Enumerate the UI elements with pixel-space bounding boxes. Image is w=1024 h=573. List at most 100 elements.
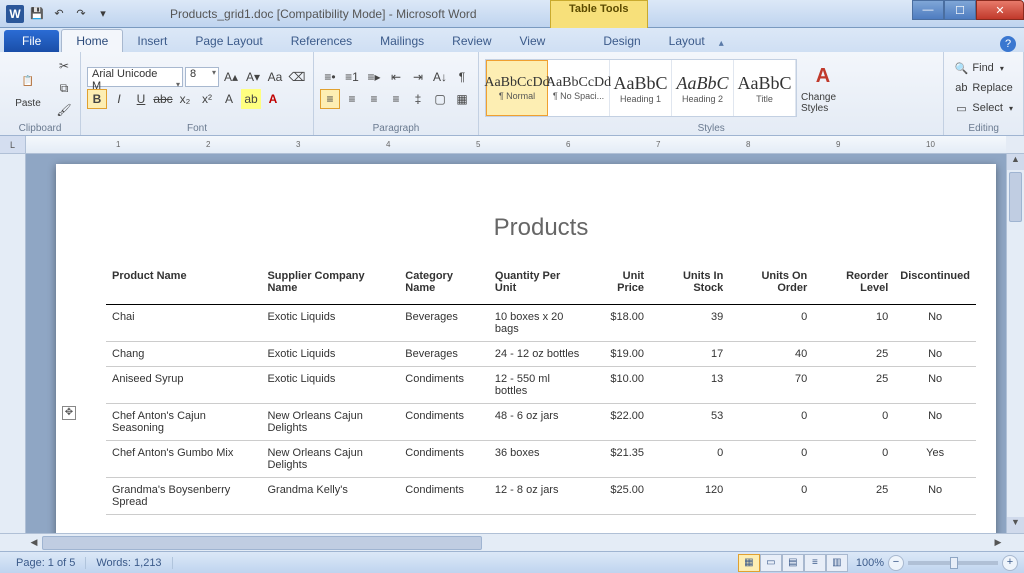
table-cell[interactable]: Exotic Liquids — [261, 342, 399, 367]
tab-design[interactable]: Design — [589, 30, 654, 52]
table-cell[interactable]: Condiments — [399, 404, 489, 441]
table-cell[interactable]: 70 — [729, 367, 813, 404]
tab-mailings[interactable]: Mailings — [366, 30, 438, 52]
change-case-icon[interactable]: Aa — [265, 67, 285, 87]
font-color-button[interactable]: A — [263, 89, 283, 109]
tab-view[interactable]: View — [506, 30, 560, 52]
table-cell[interactable]: Exotic Liquids — [261, 367, 399, 404]
view-print-layout-icon[interactable]: ▦ — [738, 554, 760, 572]
style-no-spacing[interactable]: AaBbCcDd¶ No Spaci... — [548, 60, 610, 116]
styles-gallery[interactable]: AaBbCcDd¶ Normal AaBbCcDd¶ No Spaci... A… — [485, 59, 797, 117]
table-row[interactable]: Chef Anton's Gumbo MixNew Orleans Cajun … — [106, 441, 976, 478]
table-cell[interactable]: Chang — [106, 342, 261, 367]
view-web-layout-icon[interactable]: ▤ — [782, 554, 804, 572]
table-row[interactable]: Aniseed SyrupExotic LiquidsCondiments12 … — [106, 367, 976, 404]
table-cell[interactable]: $18.00 — [589, 305, 650, 342]
multilevel-list-icon[interactable]: ≡▸ — [364, 67, 384, 87]
find-button[interactable]: 🔍Find▾ — [950, 59, 1017, 77]
table-cell[interactable]: 25 — [813, 342, 894, 367]
status-page[interactable]: Page: 1 of 5 — [6, 557, 86, 569]
clear-formatting-icon[interactable]: ⌫ — [287, 67, 307, 87]
table-cell[interactable]: 39 — [650, 305, 729, 342]
format-painter-icon[interactable]: 🖌 — [54, 100, 74, 120]
bold-button[interactable]: B — [87, 89, 107, 109]
tab-references[interactable]: References — [277, 30, 366, 52]
table-cell[interactable]: Condiments — [399, 478, 489, 515]
tab-home[interactable]: Home — [61, 29, 123, 52]
zoom-knob[interactable] — [950, 557, 958, 569]
zoom-slider[interactable] — [908, 561, 998, 565]
table-cell[interactable]: 12 - 550 ml bottles — [489, 367, 589, 404]
qat-customize-icon[interactable]: ▾ — [94, 5, 112, 23]
table-cell[interactable]: Exotic Liquids — [261, 305, 399, 342]
scroll-up-icon[interactable]: ▲ — [1007, 154, 1024, 170]
decrease-indent-icon[interactable]: ⇤ — [386, 67, 406, 87]
table-cell[interactable]: $22.00 — [589, 404, 650, 441]
table-cell[interactable]: 10 — [813, 305, 894, 342]
tab-layout[interactable]: Layout — [655, 30, 719, 52]
vscroll-thumb[interactable] — [1009, 172, 1022, 222]
table-cell[interactable]: 0 — [729, 305, 813, 342]
show-marks-icon[interactable]: ¶ — [452, 67, 472, 87]
text-effects-icon[interactable]: A — [219, 89, 239, 109]
table-row[interactable]: ChaiExotic LiquidsBeverages10 boxes x 20… — [106, 305, 976, 342]
zoom-in-button[interactable]: + — [1002, 555, 1018, 571]
table-cell[interactable]: 0 — [813, 404, 894, 441]
save-icon[interactable]: 💾 — [28, 5, 46, 23]
borders-icon[interactable]: ▦ — [452, 89, 472, 109]
style-heading1[interactable]: AaBbCHeading 1 — [610, 60, 672, 116]
table-cell[interactable]: Grandma's Boysenberry Spread — [106, 478, 261, 515]
view-outline-icon[interactable]: ≡ — [804, 554, 826, 572]
minimize-button[interactable]: — — [912, 0, 944, 20]
horizontal-scrollbar[interactable]: ◀ ▶ — [0, 533, 1024, 551]
grow-font-icon[interactable]: A▴ — [221, 67, 241, 87]
table-cell[interactable]: 40 — [729, 342, 813, 367]
table-cell[interactable]: 13 — [650, 367, 729, 404]
redo-icon[interactable]: ↷ — [72, 5, 90, 23]
table-cell[interactable]: $10.00 — [589, 367, 650, 404]
style-normal[interactable]: AaBbCcDd¶ Normal — [486, 60, 548, 116]
table-move-handle[interactable]: ✥ — [62, 406, 76, 420]
table-cell[interactable]: 12 - 8 oz jars — [489, 478, 589, 515]
table-cell[interactable]: New Orleans Cajun Delights — [261, 404, 399, 441]
highlight-button[interactable]: ab — [241, 89, 261, 109]
ribbon-collapse-icon[interactable]: ▴ — [719, 38, 733, 52]
sort-icon[interactable]: A↓ — [430, 67, 450, 87]
copy-icon[interactable]: ⧉ — [54, 78, 74, 98]
vertical-scrollbar[interactable]: ▲ ▼ — [1006, 154, 1024, 533]
zoom-out-button[interactable]: − — [888, 555, 904, 571]
font-size-combo[interactable]: 8 — [185, 67, 219, 87]
products-table[interactable]: Product Name Supplier Company Name Categ… — [106, 266, 976, 515]
line-spacing-icon[interactable]: ‡ — [408, 89, 428, 109]
zoom-level[interactable]: 100% — [856, 557, 884, 569]
superscript-button[interactable]: x² — [197, 89, 217, 109]
table-cell[interactable]: 24 - 12 oz bottles — [489, 342, 589, 367]
table-cell[interactable]: New Orleans Cajun Delights — [261, 441, 399, 478]
style-title[interactable]: AaBbCTitle — [734, 60, 796, 116]
table-cell[interactable]: Yes — [894, 441, 976, 478]
ruler-corner[interactable]: L — [0, 136, 26, 153]
hscroll-thumb[interactable] — [42, 536, 482, 550]
table-cell[interactable]: 53 — [650, 404, 729, 441]
table-cell[interactable]: No — [894, 342, 976, 367]
status-words[interactable]: Words: 1,213 — [86, 557, 172, 569]
table-cell[interactable]: $19.00 — [589, 342, 650, 367]
justify-icon[interactable]: ≡ — [386, 89, 406, 109]
shading-icon[interactable]: ▢ — [430, 89, 450, 109]
table-cell[interactable]: Condiments — [399, 367, 489, 404]
table-cell[interactable]: Grandma Kelly's — [261, 478, 399, 515]
table-cell[interactable]: 10 boxes x 20 bags — [489, 305, 589, 342]
italic-button[interactable]: I — [109, 89, 129, 109]
table-cell[interactable]: No — [894, 305, 976, 342]
undo-icon[interactable]: ↶ — [50, 5, 68, 23]
table-cell[interactable]: 0 — [729, 404, 813, 441]
table-cell[interactable]: Chai — [106, 305, 261, 342]
table-cell[interactable]: Beverages — [399, 342, 489, 367]
table-cell[interactable]: 48 - 6 oz jars — [489, 404, 589, 441]
underline-button[interactable]: U — [131, 89, 151, 109]
help-icon[interactable]: ? — [1000, 36, 1016, 52]
tab-file[interactable]: File — [4, 30, 59, 52]
table-cell[interactable]: Beverages — [399, 305, 489, 342]
tab-page-layout[interactable]: Page Layout — [181, 30, 276, 52]
table-cell[interactable]: 0 — [813, 441, 894, 478]
